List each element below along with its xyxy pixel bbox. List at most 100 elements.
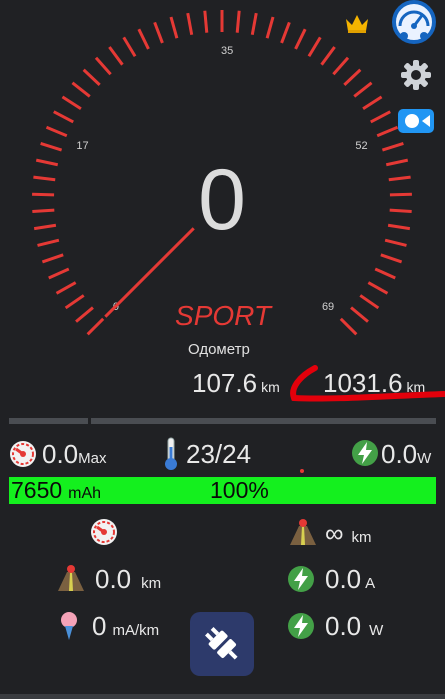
speed-readout: 0 <box>198 152 246 248</box>
gauge-tick <box>55 281 77 295</box>
gauge-tick <box>339 317 358 336</box>
gauge-tick <box>387 223 411 231</box>
gauge-tick <box>48 267 70 280</box>
gauge-tick <box>353 81 373 98</box>
gauge-tick <box>332 56 350 76</box>
max-speed-value: 0.0 <box>42 439 79 469</box>
gauge-tick <box>250 12 258 36</box>
max-speed: 0.0Max <box>42 439 107 474</box>
gauge-tick <box>294 28 307 50</box>
distance-value: 0.0 <box>95 564 132 594</box>
gauge-tick <box>40 142 63 152</box>
gauge-tick <box>203 10 209 33</box>
connect-button[interactable] <box>190 612 254 676</box>
gauge-scale-label: 35 <box>221 45 233 57</box>
trip-odometer-unit: km <box>261 379 280 395</box>
gauge-tick <box>384 238 407 247</box>
gauge-tick <box>94 56 112 76</box>
consumption-unit: mA/km <box>112 622 160 639</box>
max-speed-unit: Max <box>78 450 107 467</box>
divider-left <box>9 418 88 424</box>
lightning-icon <box>288 566 314 592</box>
red-dot-marker <box>300 469 304 473</box>
gauge-tick <box>32 208 55 213</box>
range-value: ∞ <box>325 518 344 548</box>
lightning-icon <box>288 613 314 639</box>
gauge-scale-label: 69 <box>322 301 334 313</box>
gauge-tick <box>381 142 404 152</box>
gauge-tick <box>53 110 74 124</box>
range-unit: km <box>351 529 372 546</box>
gauge-tick <box>75 306 94 323</box>
odometer-label: Одометр <box>188 341 250 358</box>
crown-icon[interactable] <box>344 12 370 34</box>
distance-unit: km <box>141 575 162 592</box>
bottom-panel-edge <box>0 694 445 699</box>
gauge-tick <box>153 21 164 44</box>
consumption-value: 0 <box>92 611 107 641</box>
gauge-tick <box>186 12 194 36</box>
speed-gauge-icon <box>10 441 36 467</box>
range-readout: ∞ km <box>325 518 372 553</box>
gauge-tick <box>122 36 137 58</box>
power-readout: 0.0W <box>381 439 431 474</box>
current-unit: A <box>365 575 376 592</box>
speed-gauge-icon <box>91 519 117 545</box>
gauge-tick <box>235 10 241 33</box>
gauge-tick <box>265 16 275 39</box>
gauge-tick <box>389 208 412 213</box>
gauge-tick <box>32 192 55 197</box>
temperature: 23/24 <box>186 439 252 469</box>
gauge-tick <box>41 253 64 264</box>
gauge-tick <box>64 294 85 310</box>
gauge-tick <box>362 95 383 111</box>
gauge-tick <box>35 158 59 167</box>
gauge-tick <box>45 125 68 138</box>
gauge-tick <box>343 68 362 86</box>
road-icon <box>58 565 84 591</box>
road-icon <box>290 519 316 545</box>
gauge-tick <box>385 158 409 167</box>
current-value: 0.0 <box>325 564 362 594</box>
gauge-tick <box>374 267 396 280</box>
battery-percent: 100% <box>210 477 269 503</box>
power-detail-readout: 0.0 W <box>325 611 383 646</box>
balloon-icon <box>61 612 77 640</box>
battery-capacity-unit: mAh <box>68 485 102 502</box>
plug-icon <box>205 627 238 660</box>
gauge-tick <box>367 281 389 295</box>
gauge-tick <box>376 125 399 138</box>
trip-odometer-value: 107.6 <box>192 368 258 398</box>
gauge-tick <box>388 175 411 182</box>
gauge-tick <box>61 95 82 111</box>
divider-right <box>91 418 436 424</box>
gauge-tick <box>82 68 101 86</box>
gauge-tick <box>370 110 391 124</box>
red-underline-mark <box>290 365 445 402</box>
gauge-tick <box>33 175 56 182</box>
gauge-tick <box>280 21 291 44</box>
ride-mode[interactable]: SPORT <box>158 300 288 332</box>
current-readout: 0.0 A <box>325 564 375 599</box>
gauge-tick <box>137 28 150 50</box>
video-camera-icon[interactable] <box>398 107 434 135</box>
gauge-tick <box>350 306 369 323</box>
battery-capacity-value: 7650 <box>11 477 63 503</box>
trip-odometer: 107.6 km <box>192 368 280 399</box>
gauge-tick <box>71 81 91 98</box>
thermometer-icon <box>165 437 177 470</box>
gear-icon[interactable] <box>400 59 432 91</box>
gauge-tick <box>389 192 412 197</box>
power-detail-value: 0.0 <box>325 611 362 641</box>
speedometer-app-icon[interactable] <box>390 0 438 44</box>
power-value: 0.0 <box>381 439 418 469</box>
power-unit: W <box>417 450 432 467</box>
gauge-tick <box>320 46 336 66</box>
consumption-readout: 0 mA/km <box>92 611 159 646</box>
gauge-tick <box>33 223 57 231</box>
gauge-tick <box>37 238 60 247</box>
distance-readout: 0.0 km <box>95 564 161 599</box>
gauge-tick <box>169 16 179 39</box>
power-detail-unit: W <box>369 622 384 639</box>
gauge-tick <box>307 36 322 58</box>
